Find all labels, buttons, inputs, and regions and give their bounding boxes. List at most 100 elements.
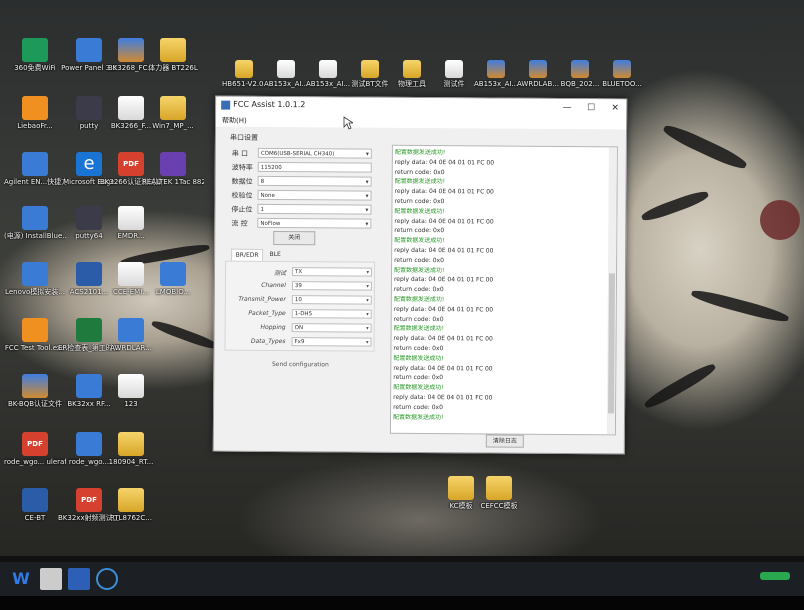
- log-scrollbar[interactable]: [606, 147, 617, 435]
- folder-icon: [118, 488, 144, 512]
- desktop-icon[interactable]: (电源) InstallBlue...: [4, 206, 66, 240]
- chevron-down-icon: ▾: [366, 311, 369, 318]
- desktop-icon[interactable]: AWRDLAB...: [516, 60, 560, 88]
- desktop-icon-label: 180904_RT...: [108, 458, 154, 466]
- desktop-icon[interactable]: AB153x_AI...: [474, 60, 518, 88]
- taskbar-app-icon[interactable]: [68, 568, 90, 590]
- config-select-value: Fx9: [294, 339, 305, 346]
- orange-icon: [22, 96, 48, 120]
- putty-icon: [76, 206, 102, 230]
- desktop-icon[interactable]: 物理工具: [390, 60, 434, 88]
- taskbar: W: [0, 562, 804, 596]
- file-icon: [118, 374, 144, 398]
- desktop-icon[interactable]: FCC Test Tool.exe: [4, 318, 66, 352]
- desktop-icon-label: 测试BT文件: [351, 80, 389, 88]
- desktop-icon[interactable]: LMOBIO...: [142, 262, 204, 296]
- app-icon: [76, 38, 102, 62]
- start-w-icon[interactable]: W: [10, 568, 32, 590]
- desktop-icon[interactable]: 测试件: [432, 60, 476, 88]
- config-select[interactable]: 10 ▾: [291, 295, 372, 305]
- desktop-icon[interactable]: 体力器 BT226L: [142, 38, 204, 72]
- maximize-button[interactable]: ☐: [580, 101, 602, 115]
- menu-help[interactable]: 帮助(H): [222, 116, 247, 126]
- desktop-icon[interactable]: LiebaoFr...: [4, 96, 66, 130]
- desktop-icon-label: (电源) InstallBlue...: [4, 232, 66, 240]
- log-lines: 配置数据发送成功! reply data: 04 0E 04 01 01 FC 0…: [393, 148, 605, 424]
- app-icon: [76, 374, 102, 398]
- serial-select-value: 8: [260, 178, 265, 185]
- serial-select[interactable]: 115200: [257, 161, 372, 173]
- desktop-icon[interactable]: RTL8762C...: [100, 488, 162, 522]
- desktop-icon-label: 123: [124, 400, 138, 408]
- serial-select[interactable]: NoFlow ▾: [257, 217, 372, 229]
- desktop-icon[interactable]: REALTEK 1Tac 8821...: [142, 152, 204, 186]
- stack-icon: [22, 374, 48, 398]
- serial-select[interactable]: None ▾: [257, 189, 372, 201]
- app-icon: [221, 100, 231, 110]
- config-select-value: ON: [294, 325, 304, 332]
- desktop-icon[interactable]: 测试BT文件: [348, 60, 392, 88]
- config-select[interactable]: 1-DH5 ▾: [291, 309, 372, 319]
- desktop-icon-label: HB651-V2.0 测试工具: [222, 80, 266, 88]
- serial-select[interactable]: 1 ▾: [257, 203, 372, 215]
- config-select-value: 10: [294, 297, 302, 304]
- desktop-icon[interactable]: Win7_MP_...: [142, 96, 204, 130]
- chevron-down-icon: ▾: [365, 339, 369, 346]
- folder-icon: [118, 432, 144, 456]
- config-label: Data_Types: [250, 337, 286, 346]
- scroll-thumb[interactable]: [608, 273, 616, 414]
- folder-icon: [160, 38, 186, 62]
- desktop-icon[interactable]: 360免费WiFi: [4, 38, 66, 72]
- tray-icons[interactable]: [760, 572, 790, 580]
- close-button[interactable]: ✕: [604, 101, 626, 115]
- app-icon: [76, 432, 102, 456]
- desktop-icon[interactable]: Lenovo模拟安装...: [4, 262, 66, 296]
- desktop-icon-label: REALTEK 1Tac 8821...: [142, 178, 204, 186]
- serial-settings-title: 串口设置: [229, 133, 258, 142]
- tab-ble[interactable]: BLE: [263, 249, 287, 260]
- pdf-icon: PDF: [118, 152, 144, 176]
- desktop-icon[interactable]: AB153x_AI...: [306, 60, 350, 88]
- desktop-icon[interactable]: CE-BT: [4, 488, 66, 522]
- desktop-icon[interactable]: BK-BQB认证文件: [4, 374, 66, 408]
- config-select[interactable]: 39 ▾: [291, 281, 372, 291]
- desktop-icon[interactable]: AB153x_AI...: [264, 60, 308, 88]
- desktop-icon[interactable]: CEFCC模板: [468, 476, 530, 510]
- desktop-icon-label: 测试件: [443, 80, 465, 88]
- desktop-icon[interactable]: PDF rode_wgo... ulerafe...: [4, 432, 66, 466]
- desktop-icon-label: AB153x_AI...: [474, 80, 518, 88]
- desktop-icon[interactable]: HB651-V2.0 测试工具: [222, 60, 266, 88]
- log-output[interactable]: 配置数据发送成功! reply data: 04 0E 04 01 01 FC 0…: [389, 144, 618, 436]
- desktop-icon[interactable]: 123: [100, 374, 162, 408]
- taskbar-app-icon[interactable]: [40, 568, 62, 590]
- config-select[interactable]: TX ▾: [291, 267, 373, 277]
- stack-icon: [487, 60, 505, 78]
- serial-select[interactable]: COM6(USB-SERIAL CH340) ▾: [257, 147, 372, 159]
- desktop-icon-label: BK-BQB认证文件: [7, 400, 63, 408]
- send-configuration-button[interactable]: Send configuration: [264, 359, 336, 371]
- config-select[interactable]: Fx9 ▾: [291, 337, 372, 347]
- desktop-icon-label: Lenovo模拟安装...: [5, 288, 65, 296]
- serial-select-value: COM6(USB-SERIAL CH340): [260, 150, 335, 158]
- folder-icon: [235, 60, 253, 78]
- desktop-icon[interactable]: AWRDLAR...: [100, 318, 162, 352]
- wallpaper-stripe: [642, 360, 718, 412]
- chevron-down-icon: ▾: [365, 150, 369, 158]
- taskbar-search-icon[interactable]: [96, 568, 118, 590]
- app-icon: [22, 152, 48, 176]
- desktop-icon[interactable]: EMDR...: [100, 206, 162, 240]
- wallpaper-stripe: [760, 200, 800, 240]
- close-port-button[interactable]: 关闭: [273, 230, 316, 246]
- config-select[interactable]: ON ▾: [291, 323, 372, 333]
- stack-icon: [571, 60, 589, 78]
- tab-br-edr[interactable]: BR/EDR: [231, 248, 264, 261]
- desktop-icon[interactable]: BQB_202...: [558, 60, 602, 88]
- desktop-icon[interactable]: Agilent EN...快捷方式: [4, 152, 66, 186]
- serial-select-value: None: [260, 192, 275, 199]
- config-label: Channel: [261, 281, 286, 290]
- desktop-icon[interactable]: BLUETOO...: [600, 60, 644, 88]
- serial-select[interactable]: 8 ▾: [257, 175, 372, 187]
- desktop-icon[interactable]: 180904_RT...: [100, 432, 162, 466]
- minimize-button[interactable]: —: [556, 101, 578, 115]
- clear-log-button[interactable]: 清除日志: [485, 434, 524, 448]
